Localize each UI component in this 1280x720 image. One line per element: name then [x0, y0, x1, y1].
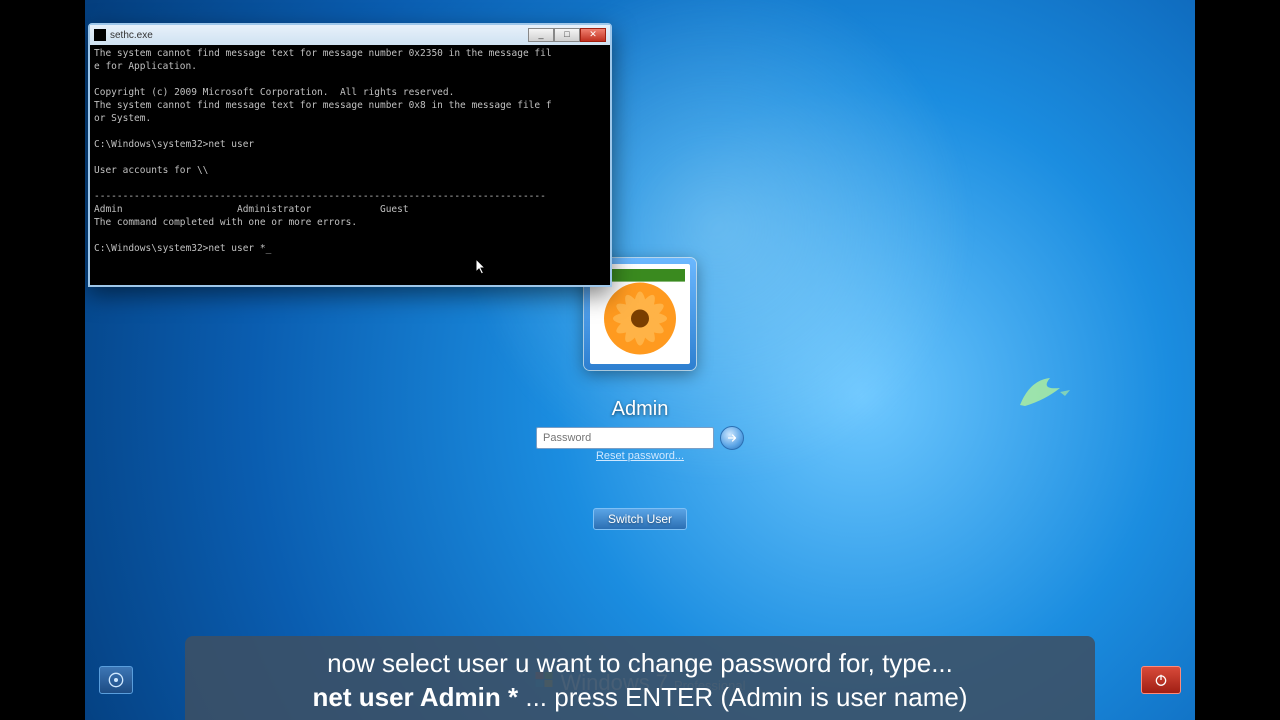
cmd-window[interactable]: sethc.exe _ □ ✕ The system cannot find m…	[88, 23, 612, 287]
close-button[interactable]: ✕	[580, 28, 606, 42]
cmd-title: sethc.exe	[110, 30, 528, 41]
submit-button[interactable]	[720, 426, 744, 450]
minimize-button[interactable]: _	[528, 28, 554, 42]
cmd-prompt-2: C:\Windows\system32>net user *_	[94, 243, 271, 254]
ease-of-access-button[interactable]	[99, 666, 133, 694]
caption-bold: net user Admin *	[313, 682, 519, 712]
cmd-titlebar[interactable]: sethc.exe _ □ ✕	[90, 25, 610, 45]
password-row	[536, 426, 744, 450]
username-label: Admin	[612, 398, 669, 421]
cmd-users-row: Admin Administrator Guest	[94, 204, 409, 215]
cmd-output[interactable]: The system cannot find message text for …	[90, 45, 610, 285]
caption-line1: now select user u want to change passwor…	[327, 648, 953, 678]
maximize-button[interactable]: □	[554, 28, 580, 42]
caption-line2: ... press ENTER (Admin is user name)	[518, 682, 967, 712]
switch-user-button[interactable]: Switch User	[593, 508, 687, 530]
cmd-icon	[94, 29, 106, 41]
login-screen: Admin Reset password... Switch User Wind…	[85, 0, 1195, 720]
tutorial-caption: now select user u want to change passwor…	[185, 636, 1095, 720]
cmd-completed: The command completed with one or more e…	[94, 217, 357, 228]
mouse-cursor-icon	[475, 258, 487, 276]
cmd-separator: ----------------------------------------…	[94, 191, 546, 202]
power-button[interactable]	[1141, 666, 1181, 694]
cmd-text-1: The system cannot find message text for …	[94, 48, 552, 176]
leaf-decoration	[1015, 370, 1075, 410]
password-input[interactable]	[536, 427, 714, 449]
reset-password-link[interactable]: Reset password...	[596, 450, 684, 462]
